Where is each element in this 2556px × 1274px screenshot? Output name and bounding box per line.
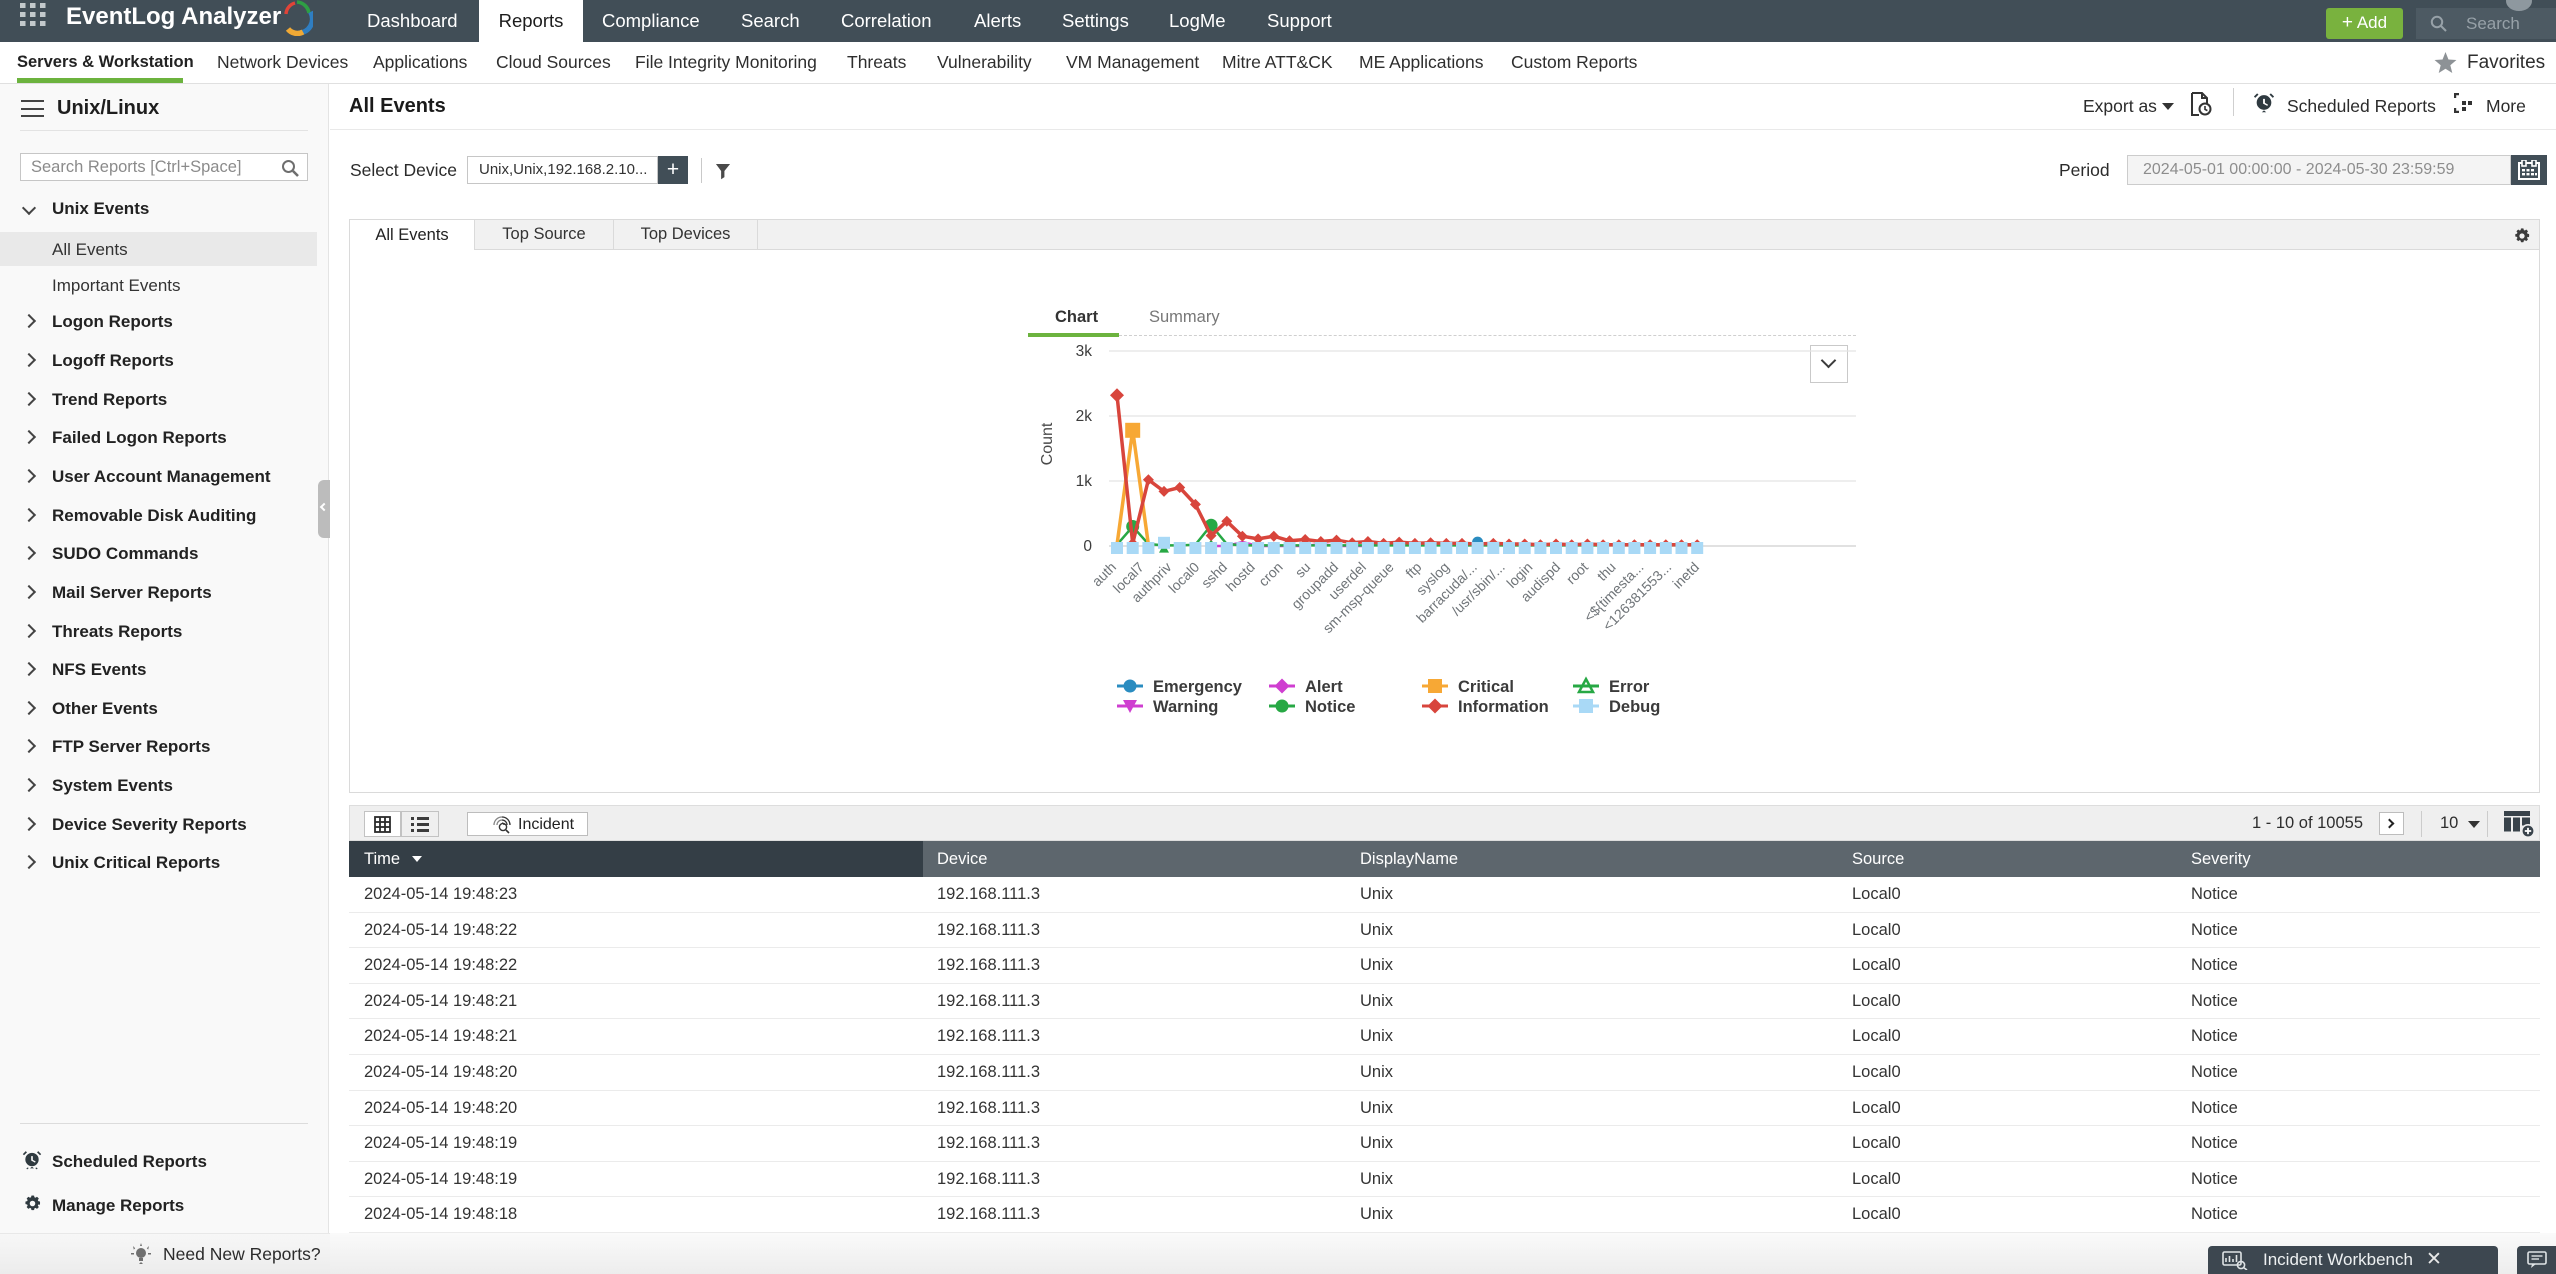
svg-text:Alert: Alert	[1305, 678, 1343, 696]
svg-text:2k: 2k	[1076, 408, 1093, 425]
svg-text:Notice: Notice	[1305, 698, 1355, 716]
svg-text:Count: Count	[1039, 422, 1056, 465]
svg-text:Error: Error	[1609, 678, 1650, 696]
svg-text:1k: 1k	[1076, 473, 1093, 490]
svg-text:inetd: inetd	[1669, 559, 1702, 592]
svg-text:cron: cron	[1255, 559, 1286, 590]
svg-text:3k: 3k	[1076, 343, 1093, 360]
svg-text:local0: local0	[1165, 559, 1202, 596]
svg-text:root: root	[1563, 559, 1591, 587]
svg-text:0: 0	[1083, 538, 1092, 555]
svg-text:Emergency: Emergency	[1153, 678, 1243, 696]
svg-text:Debug: Debug	[1609, 698, 1660, 716]
svg-text:Critical: Critical	[1458, 678, 1514, 696]
svg-text:hostd: hostd	[1222, 559, 1258, 595]
svg-text:Information: Information	[1458, 698, 1549, 716]
svg-text:Warning: Warning	[1153, 698, 1218, 716]
